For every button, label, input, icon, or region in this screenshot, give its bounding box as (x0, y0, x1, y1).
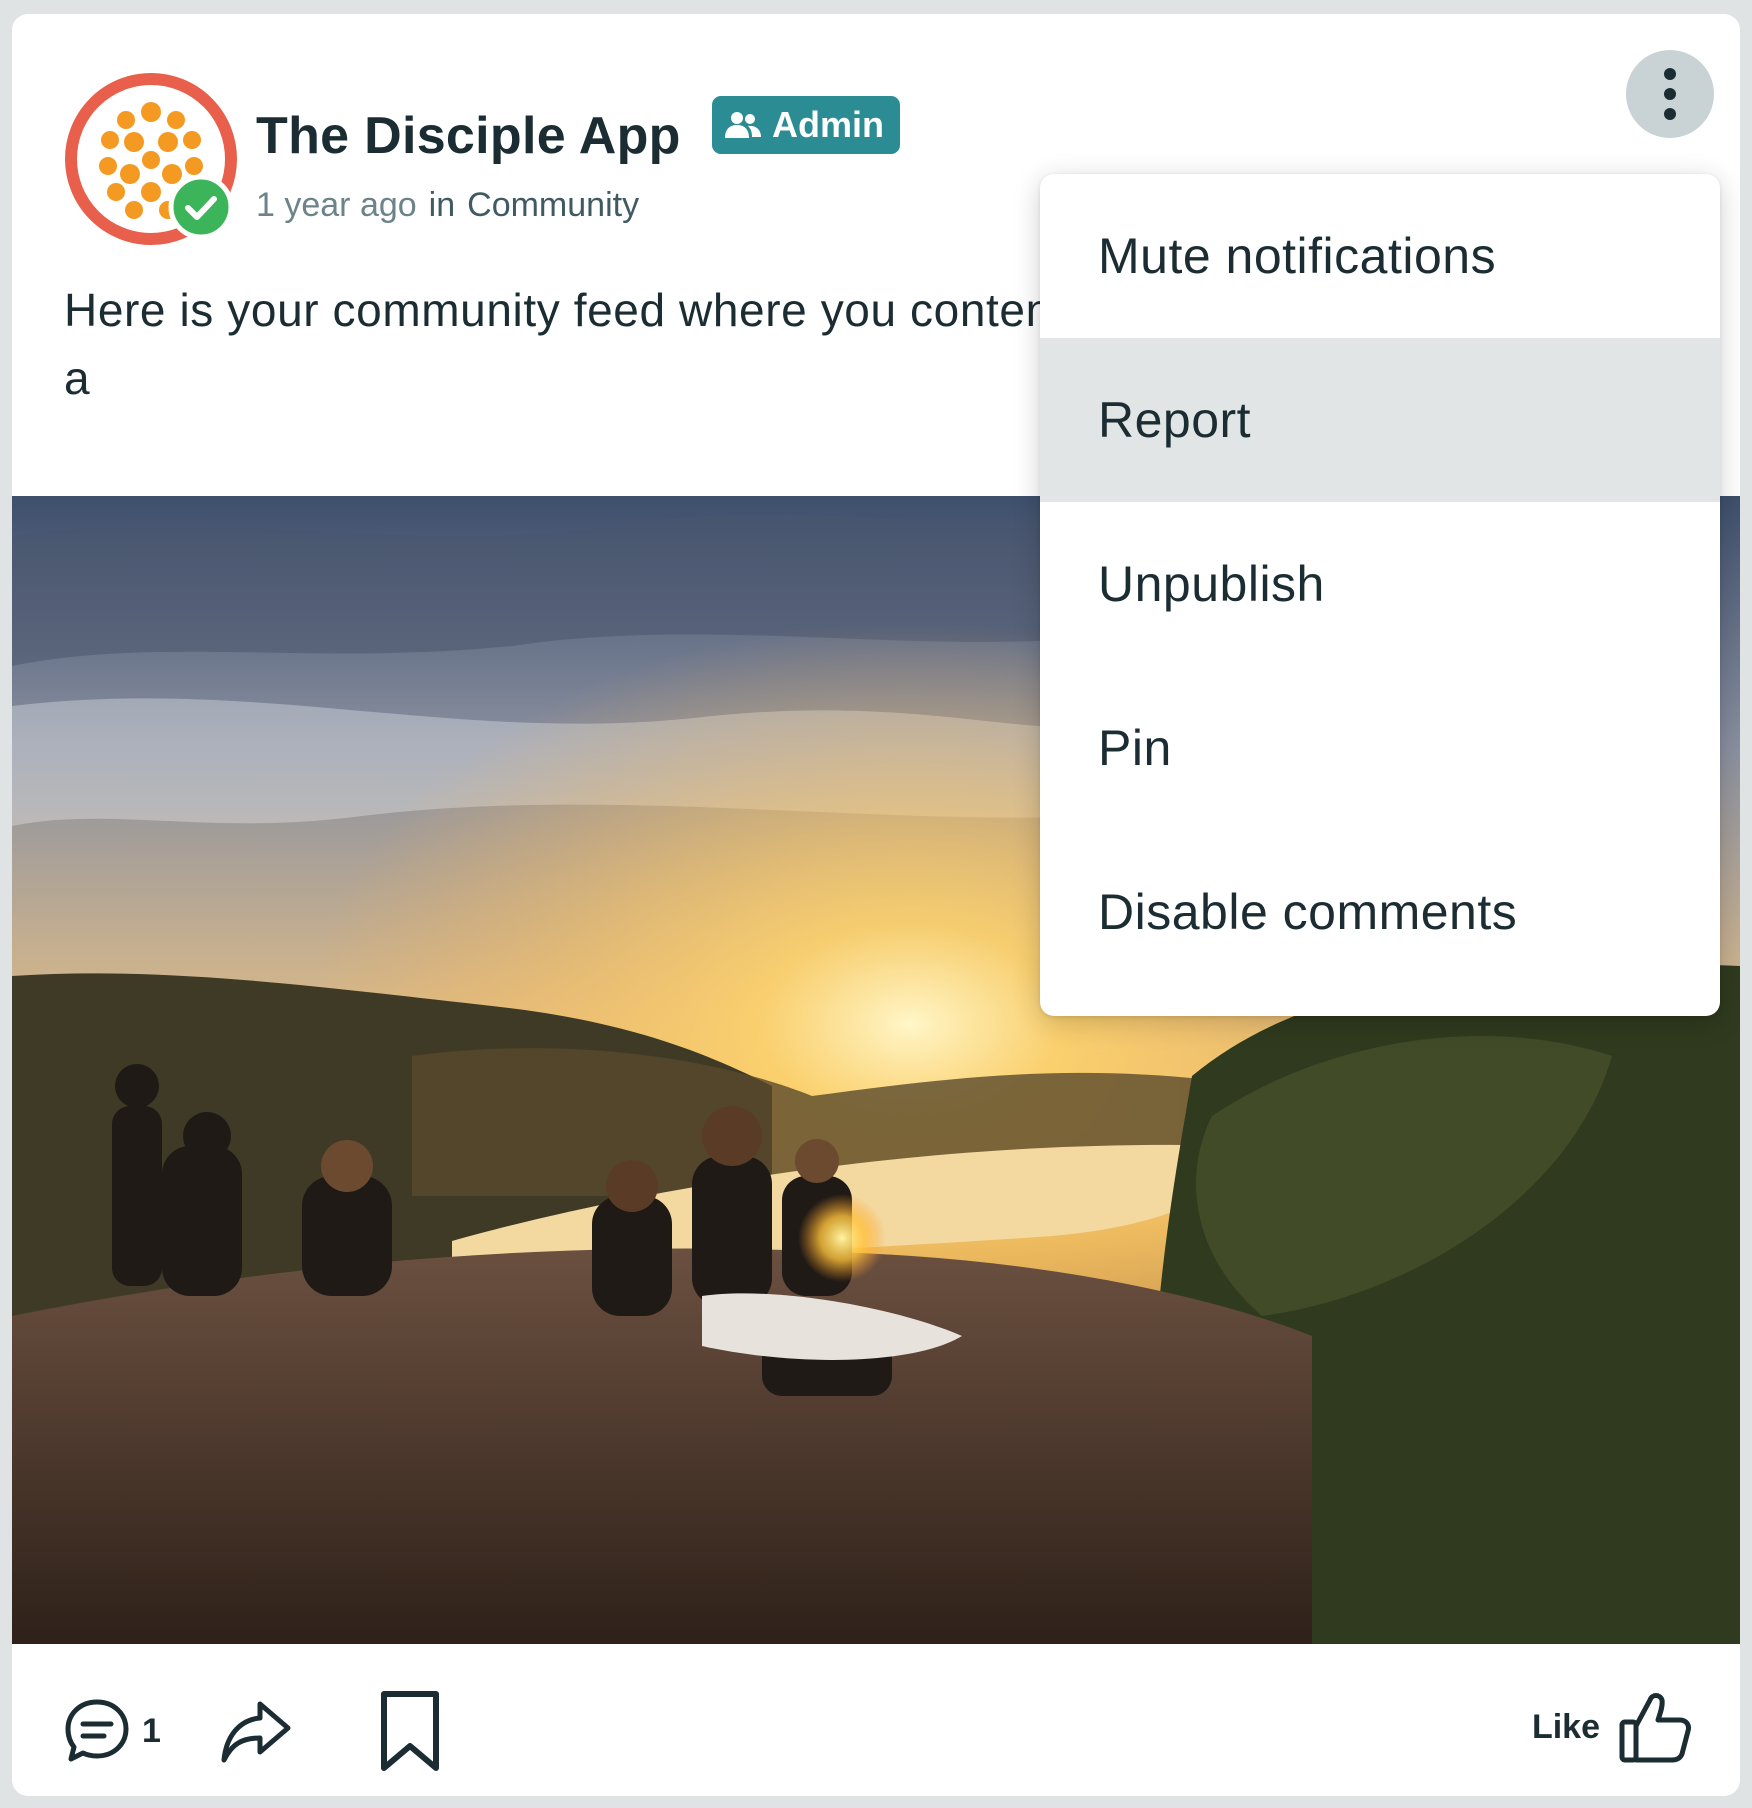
post-actions: 1 Like (12, 1644, 1740, 1796)
post-meta: 1 year ago in Community (256, 186, 639, 225)
thumbs-up-icon (1619, 1693, 1691, 1763)
meta-in: in (428, 186, 456, 224)
admin-badge-label: Admin (772, 104, 884, 145)
author-name[interactable]: The Disciple App (256, 106, 681, 166)
kebab-vertical-icon (1664, 68, 1676, 120)
comment-button[interactable]: 1 (62, 1696, 161, 1766)
like-label: Like (1531, 1707, 1600, 1746)
channel-link[interactable]: Community (467, 186, 639, 225)
share-icon (221, 1701, 291, 1763)
more-options-button[interactable] (1626, 50, 1714, 138)
menu-item-unpublish[interactable]: Unpublish (1040, 502, 1720, 666)
menu-item-report[interactable]: Report (1040, 338, 1720, 502)
comment-count: 1 (142, 1711, 161, 1750)
checkmark-icon (168, 174, 234, 240)
admin-badge: Admin (712, 96, 900, 154)
menu-item-pin[interactable]: Pin (1040, 666, 1720, 830)
post-options-menu: Mute notifications Report Unpublish Pin … (1040, 174, 1720, 1016)
menu-item-disable-comments[interactable]: Disable comments (1040, 830, 1720, 994)
verified-badge (168, 174, 234, 240)
menu-item-mute-notifications[interactable]: Mute notifications (1040, 174, 1720, 338)
post-card: The Disciple App Admin 1 year ago in Com… (12, 14, 1740, 1796)
people-icon (725, 112, 761, 138)
bookmark-button[interactable] (372, 1688, 448, 1774)
like-button[interactable]: Like (1532, 1688, 1692, 1766)
share-button[interactable] (218, 1694, 294, 1770)
comment-icon (65, 1699, 129, 1762)
post-time: 1 year ago (256, 186, 417, 224)
bookmark-icon (381, 1691, 439, 1771)
